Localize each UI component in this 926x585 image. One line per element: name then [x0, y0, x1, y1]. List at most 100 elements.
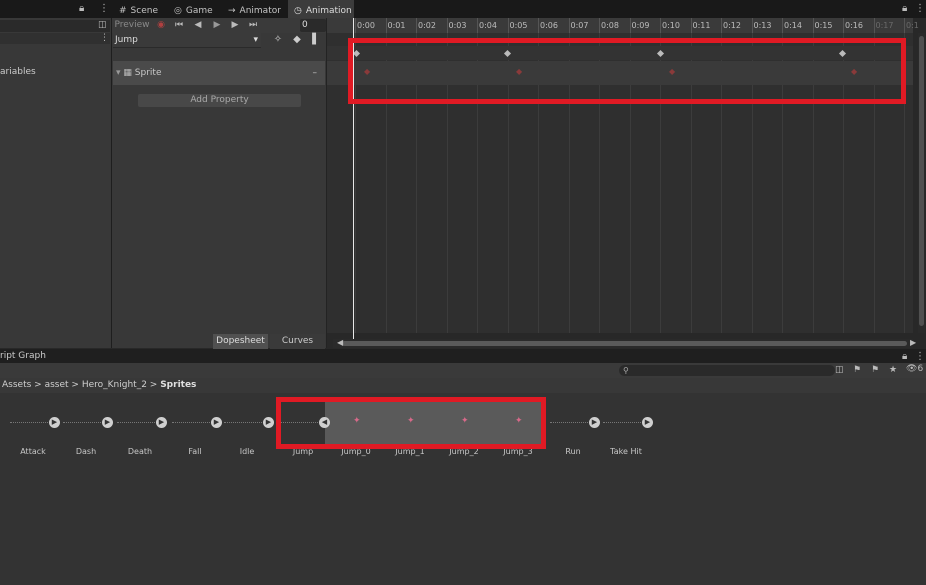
ruler-tick: 0:17 — [873, 18, 905, 33]
lock-icon[interactable]: 🔒︎ — [902, 3, 907, 14]
variables-label: ariables — [0, 67, 36, 77]
play-clip-icon[interactable]: ▶ — [263, 417, 274, 428]
more-options-icon[interactable]: ⋮ — [915, 351, 925, 362]
frame-field[interactable]: 0 — [300, 19, 326, 32]
tab-scene[interactable]: # Scene — [113, 0, 163, 18]
sprite-property-row[interactable]: ▾ ▦ Sprite – — [113, 61, 325, 85]
horizontal-scroll-thumb[interactable] — [342, 341, 907, 346]
left-search-field[interactable] — [0, 20, 110, 32]
ruler-tick: 0:03 — [446, 18, 478, 33]
lock-icon[interactable]: 🔒︎ — [902, 351, 907, 362]
next-keyframe-icon[interactable]: ▶ — [227, 18, 243, 33]
add-keyframe-icon[interactable]: ◆ — [290, 33, 304, 47]
ruler-tick: 0:06 — [538, 18, 569, 33]
ruler-tick: 0:1 — [904, 18, 926, 33]
play-icon[interactable]: ▶ — [209, 18, 225, 33]
asset-label[interactable]: Run — [548, 447, 598, 456]
left-subheader — [0, 33, 110, 44]
play-clip-icon[interactable]: ▶ — [102, 417, 113, 428]
sprite-renderer-icon: ▦ — [123, 68, 132, 78]
filter-icon[interactable]: ✧ — [271, 33, 285, 47]
prev-keyframe-icon[interactable]: ◀ — [190, 18, 206, 33]
play-clip-icon[interactable]: ▶ — [49, 417, 60, 428]
sprite-property-label: Sprite — [134, 68, 162, 78]
highlight-box-timeline — [348, 38, 906, 104]
clip-thumbnail[interactable] — [603, 422, 641, 424]
more-options-icon[interactable]: ⋮ — [100, 33, 109, 43]
asset-label[interactable]: Attack — [8, 447, 58, 456]
scroll-right-icon[interactable]: ▶ — [910, 338, 916, 347]
clip-thumbnail[interactable] — [117, 422, 155, 424]
bottom-panel-header — [0, 349, 926, 363]
clip-thumbnail[interactable] — [172, 422, 210, 424]
asset-label[interactable]: Take Hit — [601, 447, 651, 456]
play-clip-icon[interactable]: ▶ — [642, 417, 653, 428]
asset-label[interactable]: Dash — [61, 447, 111, 456]
first-keyframe-icon[interactable]: ⏮ — [171, 18, 187, 33]
ruler-tick: 0:00 — [355, 18, 386, 33]
ruler-tick: 0:16 — [843, 18, 874, 33]
play-clip-icon[interactable]: ▶ — [156, 417, 167, 428]
property-menu-icon[interactable]: – — [313, 61, 318, 85]
more-options-icon[interactable]: ⋮ — [99, 3, 109, 14]
search-toggle-icon[interactable]: ◫ — [98, 20, 107, 30]
hidden-packages-icon[interactable]: 👁︎6 — [906, 364, 923, 374]
tab-game[interactable]: ◎ Game — [168, 0, 218, 18]
tab-curves[interactable]: Curves — [270, 334, 325, 349]
lock-icon[interactable]: 🔒︎ — [79, 3, 84, 14]
chevron-right-icon: > — [71, 380, 82, 390]
asset-label[interactable]: Idle — [222, 447, 272, 456]
ruler-tick: 0:15 — [812, 18, 844, 33]
tag-icon[interactable]: ⚑ — [871, 365, 879, 375]
search-by-type-icon[interactable]: ◫ — [835, 365, 844, 375]
search-icon: ⚲ — [623, 366, 629, 375]
clip-thumbnail[interactable] — [550, 422, 588, 424]
clip-thumbnail[interactable] — [10, 422, 48, 424]
more-options-icon[interactable]: ⋮ — [915, 3, 925, 14]
ruler-tick: 0:01 — [385, 18, 417, 33]
breadcrumb-asset[interactable]: asset — [45, 380, 69, 390]
play-clip-icon[interactable]: ▶ — [589, 417, 600, 428]
ruler-tick: 0:10 — [660, 18, 691, 33]
tab-animator[interactable]: → Animator — [222, 0, 284, 18]
tab-dopesheet[interactable]: Dopesheet — [213, 334, 268, 349]
clip-selector[interactable]: Jump ▾ — [113, 33, 261, 48]
ruler-tick: 0:02 — [416, 18, 447, 33]
ruler-tick: 0:04 — [477, 18, 508, 33]
add-event-icon[interactable]: ▌ — [309, 33, 323, 47]
ruler-tick: 0:12 — [721, 18, 752, 33]
hidden-count: 6 — [917, 364, 924, 374]
project-search-input[interactable]: ⚲ — [619, 365, 835, 376]
breadcrumb-sprites[interactable]: Sprites — [160, 380, 196, 390]
panel-title: ript Graph — [0, 351, 46, 361]
breadcrumb-assets[interactable]: Assets — [2, 380, 31, 390]
left-panel-header — [0, 0, 111, 18]
breadcrumb: Assets > asset > Hero_Knight_2 > Sprites — [0, 378, 926, 393]
ruler-tick: 0:05 — [507, 18, 539, 33]
chevron-right-icon: > — [149, 380, 161, 390]
chevron-right-icon: > — [34, 380, 45, 390]
clip-thumbnail[interactable] — [63, 422, 101, 424]
scroll-left-icon[interactable]: ◀ — [337, 338, 343, 347]
breadcrumb-hero-knight[interactable]: Hero_Knight_2 — [82, 380, 147, 390]
last-keyframe-icon[interactable]: ⏭ — [245, 18, 261, 33]
ruler-tick: 0:08 — [599, 18, 630, 33]
ruler-tick: 0:14 — [782, 18, 813, 33]
ruler-tick: 0:09 — [629, 18, 661, 33]
highlight-box-assets — [276, 397, 546, 449]
expand-arrow-icon[interactable]: ▾ — [116, 68, 121, 78]
asset-label[interactable]: Death — [115, 447, 165, 456]
clip-thumbnail[interactable] — [224, 422, 262, 424]
record-icon[interactable]: ◉ — [154, 18, 168, 33]
search-by-label-icon[interactable]: ⚑ — [853, 365, 861, 375]
add-property-button[interactable]: Add Property — [138, 94, 301, 107]
vertical-scroll-thumb[interactable] — [919, 36, 924, 326]
favorite-icon[interactable]: ★ — [889, 365, 897, 375]
chevron-down-icon: ▾ — [253, 35, 258, 45]
ruler-tick: 0:07 — [568, 18, 600, 33]
asset-label[interactable]: Fall — [170, 447, 220, 456]
play-clip-icon[interactable]: ▶ — [211, 417, 222, 428]
preview-button[interactable]: Preview — [114, 18, 150, 33]
tab-animation[interactable]: ◷ Animation — [288, 0, 354, 18]
ruler-tick: 0:11 — [690, 18, 722, 33]
